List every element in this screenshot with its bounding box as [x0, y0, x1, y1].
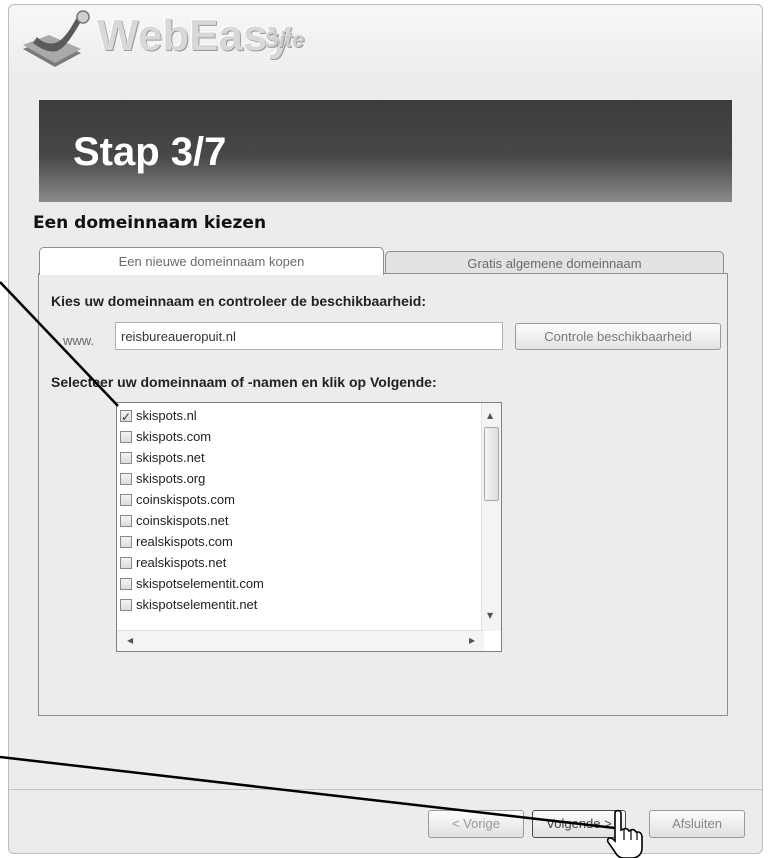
domain-name: skispots.nl	[136, 408, 197, 423]
list-item[interactable]: skispotselementit.com	[120, 573, 264, 594]
header: WebEasy Site	[9, 5, 762, 90]
next-button[interactable]: Volgende >	[532, 810, 626, 838]
list-item[interactable]: skispots.nl	[120, 405, 197, 428]
checkbox[interactable]	[120, 494, 132, 506]
step-title: Stap 3/7	[73, 130, 227, 174]
horizontal-scrollbar[interactable]: ◀ ▶	[117, 630, 484, 651]
checkbox[interactable]	[120, 578, 132, 590]
domain-check-instruction: Kies uw domeinnaam en controleer de besc…	[51, 293, 426, 309]
list-item[interactable]: realskispots.com	[120, 531, 233, 552]
logo-subtext: Site	[264, 27, 305, 52]
checkbox[interactable]	[120, 452, 132, 464]
domain-name: realskispots.com	[136, 534, 233, 549]
checkbox[interactable]	[120, 557, 132, 569]
scroll-left-icon[interactable]: ◀	[127, 636, 133, 645]
domain-input[interactable]	[115, 322, 503, 350]
domain-name: skispotselementit.com	[136, 576, 264, 591]
checkbox[interactable]	[120, 599, 132, 611]
footer-divider	[9, 789, 762, 790]
list-item[interactable]: skispots.org	[120, 468, 205, 489]
scroll-right-icon[interactable]: ▶	[469, 636, 475, 645]
domain-name: realskispots.net	[136, 555, 227, 570]
step-banner: Stap 3/7	[39, 100, 732, 202]
domain-name: skispots.net	[136, 450, 205, 465]
scroll-down-icon[interactable]: ▼	[487, 611, 493, 620]
wizard-window: WebEasy Site Stap 3/7 Een domeinnaam kie…	[8, 4, 763, 854]
list-item[interactable]: coinskispots.com	[120, 489, 235, 510]
logo-text: WebEasy	[97, 11, 292, 60]
checkbox[interactable]	[120, 407, 132, 428]
vertical-scrollbar[interactable]: ▲ ▼	[481, 403, 501, 631]
domain-name: skispots.org	[136, 471, 206, 486]
domain-name: coinskispots.net	[136, 513, 229, 528]
previous-button[interactable]: < Vorige	[428, 810, 524, 838]
checkbox[interactable]	[120, 431, 132, 443]
www-prefix: www.	[63, 333, 95, 348]
list-item[interactable]: skispotselementit.net	[120, 594, 257, 615]
domain-list-instruction: Selecteer uw domeinnaam of -namen en kli…	[51, 374, 437, 390]
domain-name: skispotselementit.net	[136, 597, 258, 612]
scroll-up-icon[interactable]: ▲	[487, 411, 493, 420]
check-availability-button[interactable]: Controle beschikbaarheid	[515, 323, 721, 350]
checkbox[interactable]	[120, 536, 132, 548]
domain-listbox[interactable]: skispots.nl skispots.com skispots.net sk…	[116, 402, 502, 652]
section-title: Een domeinnaam kiezen	[33, 213, 267, 233]
list-item[interactable]: realskispots.net	[120, 552, 226, 573]
checkbox[interactable]	[120, 515, 132, 527]
scroll-thumb[interactable]	[484, 427, 499, 501]
list-item[interactable]: coinskispots.net	[120, 510, 229, 531]
domain-name: coinskispots.com	[136, 492, 235, 507]
tab-panel: Kies uw domeinnaam en controleer de besc…	[38, 273, 728, 716]
domain-name: skispots.com	[136, 429, 212, 444]
list-item[interactable]: skispots.net	[120, 447, 205, 468]
close-button[interactable]: Afsluiten	[649, 810, 745, 838]
checkbox[interactable]	[120, 473, 132, 485]
tab-free-domain[interactable]: Gratis algemene domeinnaam	[385, 251, 724, 274]
webeasy-logo-icon	[23, 10, 90, 67]
tab-new-domain[interactable]: Een nieuwe domeinnaam kopen	[39, 247, 384, 275]
list-item[interactable]: skispots.com	[120, 426, 211, 447]
